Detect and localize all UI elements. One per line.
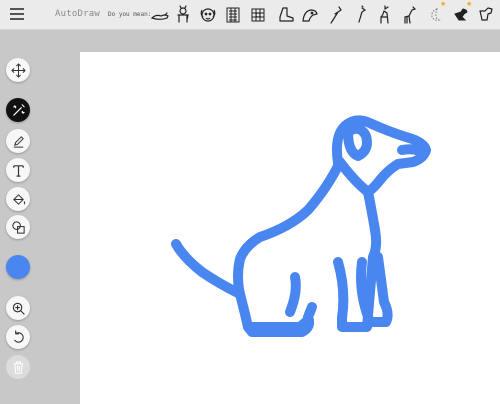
shapes-icon [11, 220, 25, 234]
text-icon [12, 164, 24, 177]
trash-icon [13, 360, 23, 374]
color-picker[interactable] [6, 255, 30, 279]
tool-sidebar [0, 30, 36, 404]
suggest-horse-icon[interactable] [325, 5, 345, 25]
dog-outline [171, 115, 431, 337]
suggestion-label: Do you mean: [108, 11, 152, 18]
suggest-dog-sitting-icon[interactable] [451, 5, 471, 25]
suggest-boot-icon[interactable] [276, 5, 296, 25]
fill-tool[interactable] [6, 187, 30, 211]
move-tool[interactable] [6, 58, 30, 82]
zoom-tool[interactable] [6, 296, 30, 320]
shape-tool[interactable] [6, 215, 30, 239]
dog-drawing [171, 115, 431, 337]
menu-icon[interactable] [10, 8, 24, 20]
undo-tool[interactable] [6, 325, 30, 349]
autodraw-tool[interactable] [6, 98, 30, 122]
delete-tool[interactable] [6, 355, 30, 379]
suggest-dog-outline-icon[interactable] [476, 5, 496, 25]
draw-tool[interactable] [6, 129, 30, 153]
pencil-icon [13, 135, 24, 148]
suggest-dog-standing-icon[interactable] [173, 5, 193, 25]
suggest-moon-icon[interactable] [425, 5, 445, 25]
undo-icon [13, 329, 24, 343]
suggest-dog-face-icon[interactable] [198, 5, 218, 25]
suggest-dog-lying-icon[interactable] [150, 5, 170, 25]
app-title: AutoDraw [55, 9, 100, 19]
suggest-giraffe-head-icon[interactable] [350, 5, 370, 25]
suggest-giraffe-icon[interactable] [400, 5, 420, 25]
suggest-dog-pattern-icon[interactable] [248, 5, 268, 25]
type-tool[interactable] [6, 158, 30, 182]
drawing-canvas[interactable] [80, 52, 500, 404]
suggest-deer-icon[interactable] [375, 5, 395, 25]
autodraw-icon [12, 103, 25, 116]
suggest-dog-sketch-icon[interactable] [223, 5, 243, 25]
suggest-bird-head-icon[interactable] [300, 5, 320, 25]
zoom-in-icon [12, 302, 25, 315]
move-icon [10, 62, 26, 78]
top-bar: AutoDraw Do you mean: ★ ★ [0, 0, 500, 30]
fill-bucket-icon [12, 193, 25, 205]
